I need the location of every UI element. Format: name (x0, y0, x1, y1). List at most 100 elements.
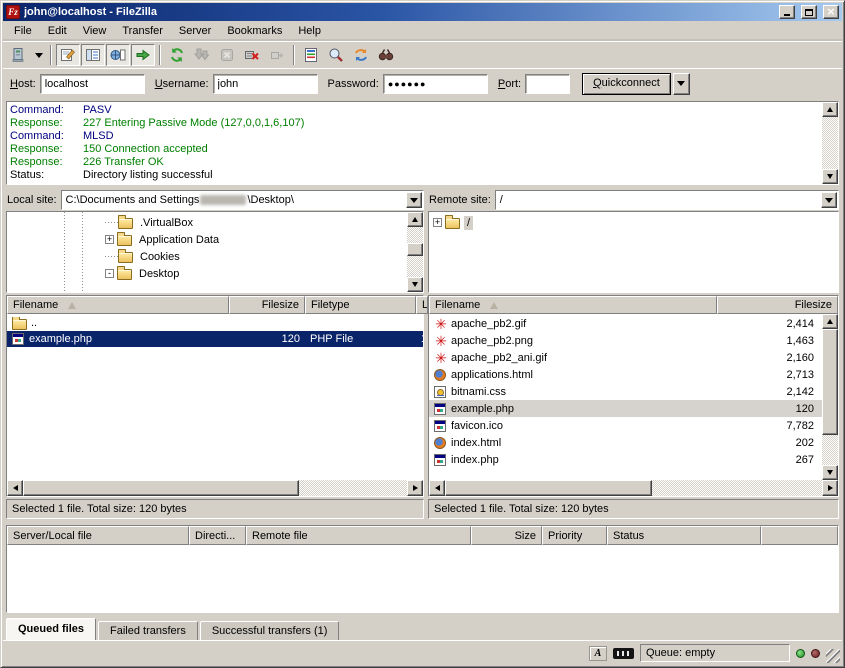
scroll-down-button[interactable] (822, 169, 838, 184)
tab-queued-files[interactable]: Queued files (6, 618, 96, 640)
menu-edit[interactable]: Edit (40, 22, 75, 40)
local-tree-scrollbar[interactable] (407, 212, 423, 292)
expand-icon[interactable]: + (105, 235, 114, 244)
column-header-priority[interactable]: Priority (542, 526, 607, 545)
file-row[interactable]: index.php 267 (429, 451, 822, 468)
column-header-status[interactable]: Status (607, 526, 761, 545)
scrollbar-thumb[interactable] (407, 243, 423, 256)
local-path-combobox[interactable]: C:\Documents and Settings\Desktop\ (61, 190, 424, 210)
remote-path-combobox[interactable]: / (495, 190, 839, 210)
tree-item[interactable]: + / (429, 214, 838, 231)
filter-button[interactable] (299, 44, 323, 66)
expand-icon[interactable]: + (433, 218, 442, 227)
tree-item[interactable]: Cookies (7, 248, 405, 265)
column-header-filename[interactable]: Filename (7, 296, 229, 314)
queue-header: Server/Local file Directi... Remote file… (7, 526, 838, 545)
menu-help[interactable]: Help (290, 22, 329, 40)
scroll-up-button[interactable] (822, 314, 838, 329)
tree-item[interactable]: + Application Data (7, 231, 405, 248)
menu-view[interactable]: View (75, 22, 115, 40)
column-header-filetype[interactable]: Filetype (305, 296, 416, 314)
refresh-button[interactable] (165, 44, 189, 66)
file-row[interactable]: ✳apache_pb2_ani.gif 2,160 (429, 349, 822, 366)
file-row[interactable]: .. (7, 315, 423, 331)
toolbar (3, 41, 842, 68)
menu-transfer[interactable]: Transfer (114, 22, 171, 40)
scrollbar-thumb[interactable] (822, 329, 838, 435)
username-input[interactable] (213, 74, 318, 94)
scrollbar-thumb[interactable] (445, 480, 652, 496)
scroll-up-button[interactable] (407, 212, 423, 227)
log-entry: Command: MLSD (7, 130, 820, 143)
transfer-type-icon[interactable]: A (589, 646, 607, 661)
tree-item[interactable]: .VirtualBox (7, 214, 405, 231)
remote-path-dropdown-button[interactable] (821, 192, 837, 208)
menu-server[interactable]: Server (171, 22, 219, 40)
resize-grip[interactable] (826, 649, 840, 663)
local-path-suffix: \Desktop\ (247, 194, 293, 206)
queue-status-field: Queue: empty (640, 644, 790, 662)
tree-item[interactable]: - Desktop (7, 265, 405, 282)
menu-bookmarks[interactable]: Bookmarks (219, 22, 290, 40)
synchronized-browsing-button[interactable] (349, 44, 373, 66)
directory-comparison-button[interactable] (324, 44, 348, 66)
title-bar[interactable]: Fz john@localhost - FileZilla × (3, 3, 842, 21)
column-header-remote-file[interactable]: Remote file (246, 526, 471, 545)
folder-icon (117, 269, 132, 280)
file-row[interactable]: ✳apache_pb2.png 1,463 (429, 332, 822, 349)
site-manager-dropdown-button[interactable] (32, 44, 46, 66)
tab-successful-transfers[interactable]: Successful transfers (1) (200, 621, 340, 640)
minimize-button[interactable] (779, 5, 795, 19)
toggle-transfer-queue-button[interactable] (131, 44, 155, 66)
site-panes: Local site: C:\Documents and Settings\De… (6, 189, 839, 293)
host-input[interactable] (40, 74, 145, 94)
site-manager-button[interactable] (7, 44, 31, 66)
column-header-filename[interactable]: Filename (429, 296, 717, 314)
html-file-icon (434, 369, 446, 381)
find-files-button[interactable] (374, 44, 398, 66)
column-header-server-local-file[interactable]: Server/Local file (7, 526, 189, 545)
tab-failed-transfers[interactable]: Failed transfers (98, 621, 198, 640)
speed-limits-icon[interactable] (613, 648, 634, 659)
file-row[interactable]: ✳apache_pb2.gif 2,414 (429, 315, 822, 332)
scroll-down-button[interactable] (407, 277, 423, 292)
scroll-down-button[interactable] (822, 465, 838, 480)
password-input[interactable] (383, 74, 488, 94)
file-row[interactable]: bitnami.css 2,142 (429, 383, 822, 400)
file-row-selected[interactable]: example.php 120 PHP File 1 (7, 331, 423, 347)
file-row[interactable]: applications.html 2,713 (429, 366, 822, 383)
remote-list-hscrollbar[interactable] (429, 480, 838, 496)
remote-list-scrollbar[interactable] (822, 314, 838, 480)
column-header-filesize[interactable]: Filesize (717, 296, 838, 314)
column-header-last-modified[interactable]: L (416, 296, 428, 314)
local-path-dropdown-button[interactable] (406, 192, 422, 208)
log-entry: Response: 226 Transfer OK (7, 156, 820, 169)
maximize-button[interactable] (801, 5, 817, 19)
port-input[interactable] (525, 74, 570, 94)
local-list-hscrollbar[interactable] (7, 480, 423, 496)
log-scrollbar[interactable] (822, 102, 838, 184)
close-button[interactable]: × (823, 5, 839, 19)
toggle-remote-tree-button[interactable] (106, 44, 130, 66)
file-row[interactable]: index.html 202 (429, 434, 822, 451)
scroll-up-button[interactable] (822, 102, 838, 117)
column-header-direction[interactable]: Directi... (189, 526, 246, 545)
disconnect-button[interactable] (240, 44, 264, 66)
toggle-local-tree-button[interactable] (81, 44, 105, 66)
scrollbar-thumb[interactable] (23, 480, 299, 496)
file-row[interactable]: favicon.ico 7,782 (429, 417, 822, 434)
scroll-left-button[interactable] (7, 480, 23, 496)
sort-ascending-icon (490, 302, 498, 309)
column-header-filesize[interactable]: Filesize (229, 296, 305, 314)
scroll-right-button[interactable] (822, 480, 838, 496)
column-header-size[interactable]: Size (471, 526, 542, 545)
scroll-left-button[interactable] (429, 480, 445, 496)
quickconnect-dropdown-button[interactable] (673, 73, 690, 95)
file-row-selected[interactable]: example.php 120 (429, 400, 822, 417)
collapse-icon[interactable]: - (105, 269, 114, 278)
menu-file[interactable]: File (6, 22, 40, 40)
scroll-right-button[interactable] (407, 480, 423, 496)
toggle-message-log-button[interactable] (56, 44, 80, 66)
quickconnect-button[interactable]: Quickconnect (582, 73, 671, 95)
local-site-label: Local site: (6, 194, 57, 206)
